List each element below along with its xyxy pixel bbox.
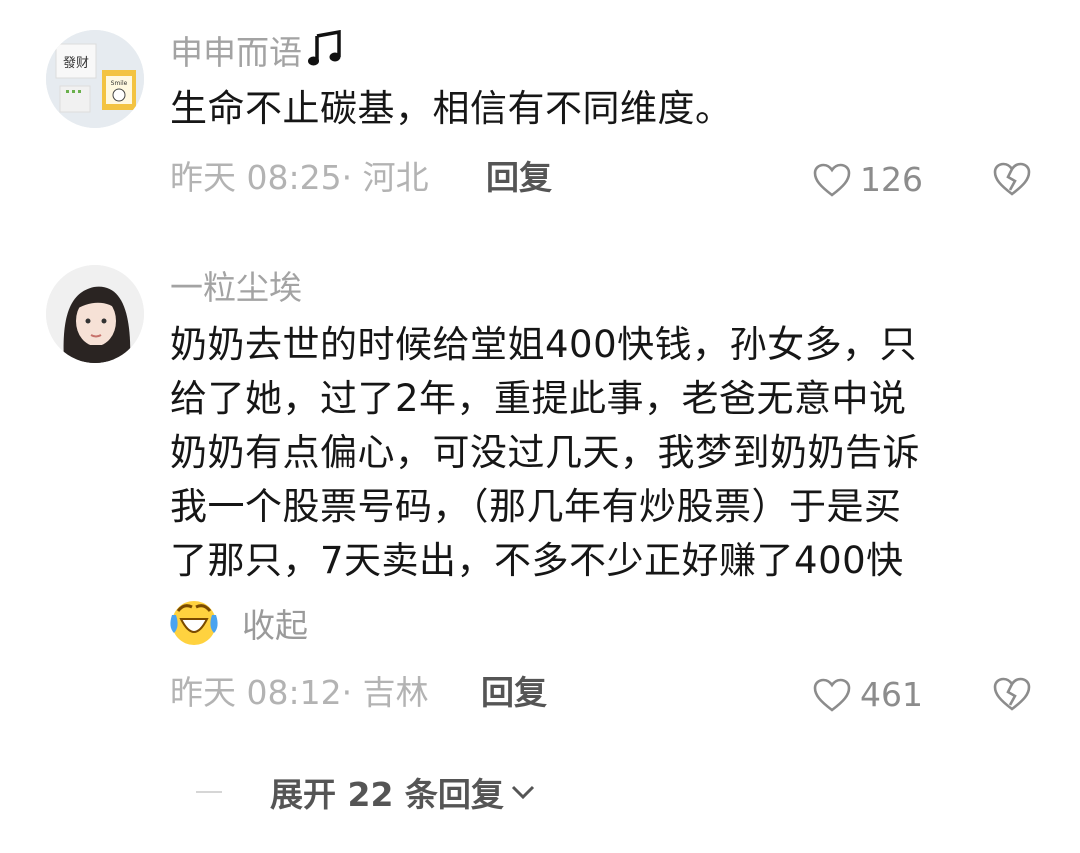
chevron-down-icon[interactable]: [510, 783, 536, 801]
comment-text: 奶奶去世的时候给堂姐400快钱，孙女多，只 给了她，过了2年，重提此事，老爸无意…: [170, 323, 920, 582]
like-count: 126: [860, 160, 923, 199]
username[interactable]: 申申而语: [170, 30, 342, 73]
timestamp-location: 昨天 08:12· 吉林: [170, 673, 429, 712]
avatar-image: 發财 Smile: [46, 30, 144, 128]
collapse-row: 收起: [168, 597, 308, 649]
dislike-button[interactable]: [992, 160, 1032, 198]
avatar-text-1: 發财: [63, 56, 89, 71]
like-count: 461: [860, 675, 923, 714]
username[interactable]: 一粒尘埃: [170, 268, 302, 308]
timestamp-location: 昨天 08:25· 河北: [170, 158, 429, 197]
heart-icon: [813, 678, 851, 712]
avatar[interactable]: [46, 265, 144, 363]
heart-icon: [813, 163, 851, 197]
avatar[interactable]: 發财 Smile: [46, 30, 144, 128]
laughing-crying-emoji: [170, 601, 218, 645]
expand-replies-label[interactable]: 展开 22 条回复: [270, 768, 504, 816]
music-note-icon: [308, 30, 341, 66]
reply-button[interactable]: 回复: [481, 673, 547, 713]
comment-text: 生命不止碳基，相信有不同维度。: [170, 87, 733, 130]
username-text: 申申而语: [170, 33, 302, 72]
like-button[interactable]: 126: [812, 160, 923, 200]
avatar-text-2: Smile: [111, 80, 128, 87]
collapse-button[interactable]: 收起: [242, 599, 308, 647]
reply-button[interactable]: 回复: [486, 158, 552, 198]
dislike-button[interactable]: [992, 675, 1032, 713]
avatar-image: [46, 265, 144, 363]
divider-line: [196, 791, 222, 793]
expand-replies[interactable]: 展开 22 条回复: [196, 768, 536, 816]
like-button[interactable]: 461: [812, 675, 923, 715]
